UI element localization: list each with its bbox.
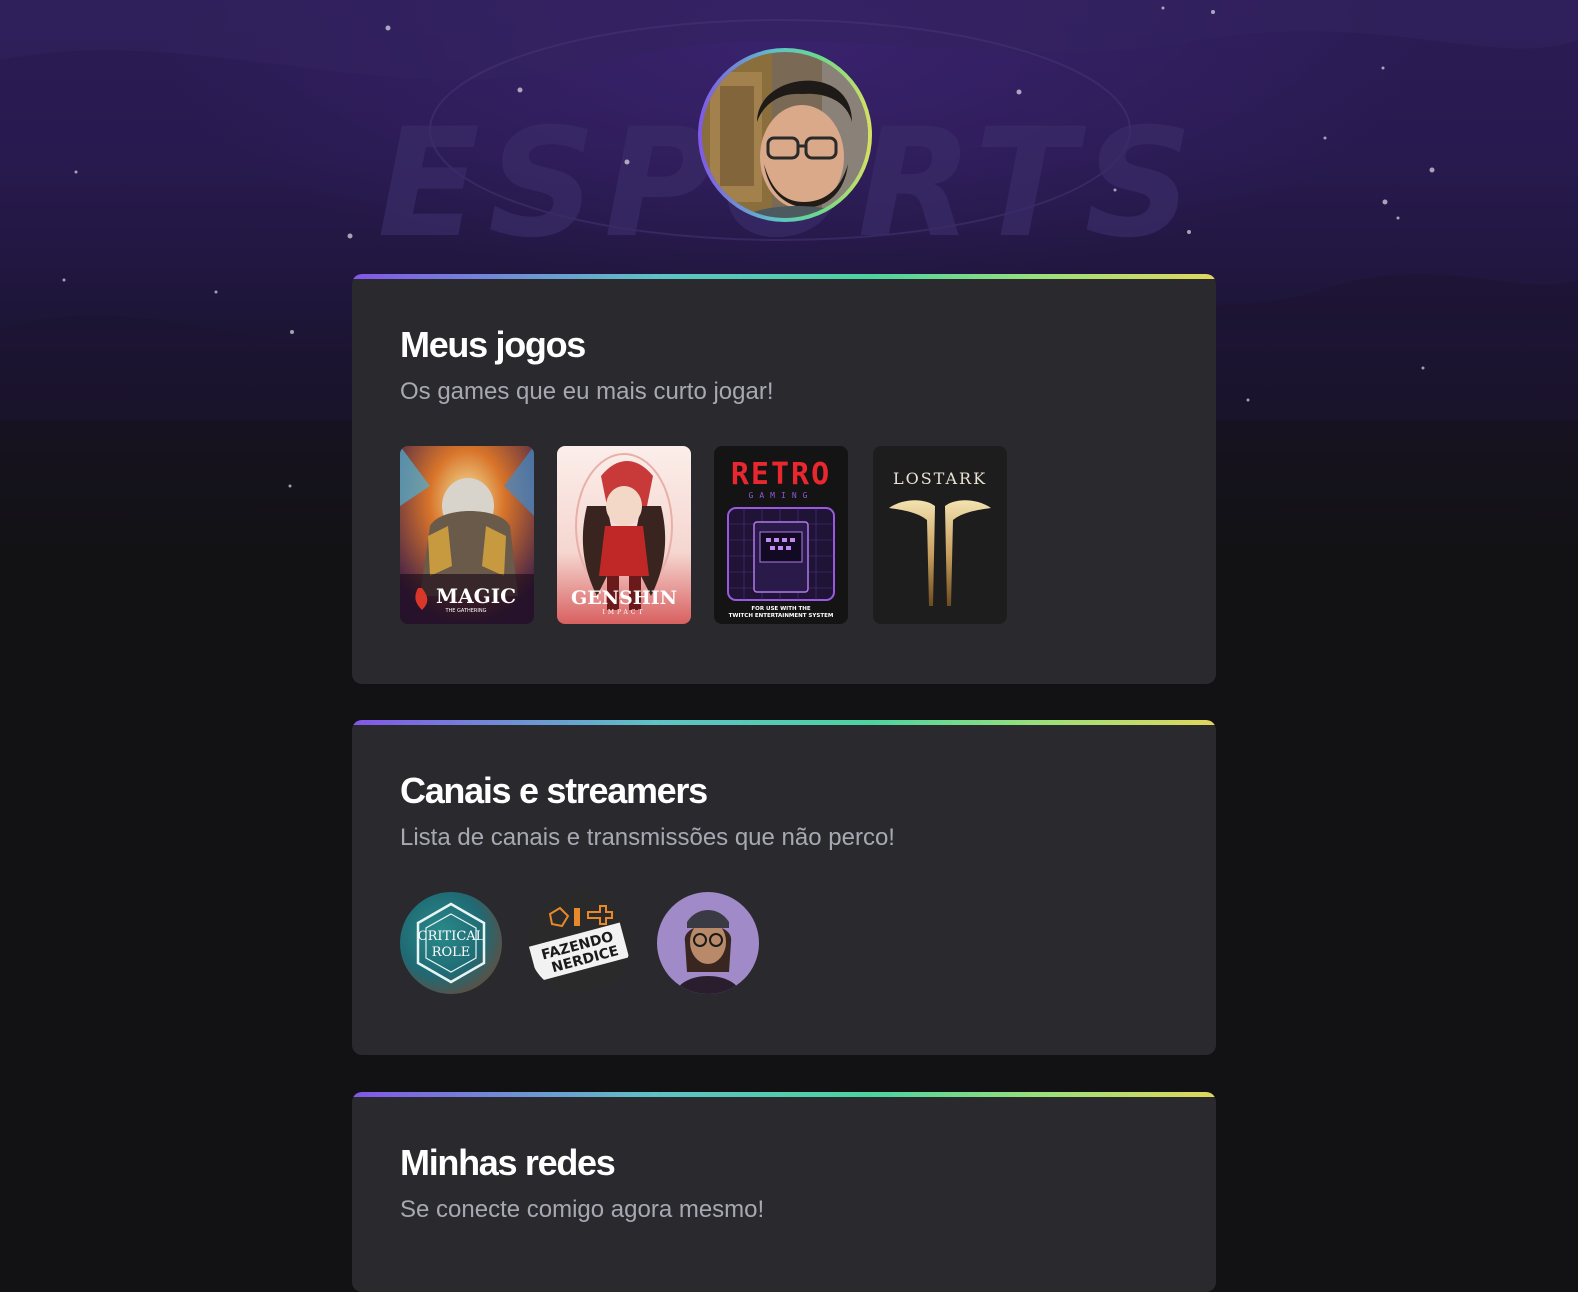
game-card-magic[interactable]: MAGIC THE GATHERING — [400, 446, 534, 624]
svg-text:CRITICAL: CRITICAL — [418, 929, 485, 944]
fazendo-nerdice-logo: FAZENDO NERDICE — [528, 892, 630, 994]
profile-avatar — [702, 52, 868, 218]
svg-text:FOR USE WITH THE: FOR USE WITH THE — [751, 606, 810, 612]
magic-cover-image: MAGIC THE GATHERING — [400, 446, 534, 624]
game-card-lostark[interactable]: LOSTARK — [873, 446, 1007, 624]
games-section-subtitle: Os games que eu mais curto jogar! — [400, 378, 774, 405]
social-section-subtitle: Se conecte comigo agora mesmo! — [400, 1196, 765, 1223]
game-card-genshin[interactable]: GENSHIN IMPACT — [557, 446, 691, 624]
svg-text:GAMING: GAMING — [749, 491, 814, 500]
avatar-photo — [702, 52, 868, 218]
games-section: Meus jogos Os games que eu mais curto jo… — [352, 274, 1216, 684]
channel-fazendo-nerdice[interactable]: FAZENDO NERDICE — [528, 892, 630, 994]
critical-role-logo: CRITICAL ROLE — [400, 892, 502, 994]
genshin-logo-text: GENSHIN — [571, 587, 677, 609]
lostark-logo-text: LOSTARK — [893, 469, 987, 488]
retro-gaming-cover-image: RETRO GAMING FOR USE WITH THE TWITCH ENT… — [714, 446, 848, 624]
lostark-cover-image: LOSTARK — [873, 446, 1007, 624]
channel-critical-role[interactable]: CRITICAL ROLE — [400, 892, 502, 994]
streamer-avatar — [657, 892, 759, 994]
games-section-title: Meus jogos — [400, 324, 586, 365]
retro-logo-text: RETRO — [731, 457, 831, 492]
channels-section-subtitle: Lista de canais e transmissões que não p… — [400, 824, 895, 851]
profile-avatar-ring — [698, 48, 872, 222]
svg-text:TWITCH ENTERTAINMENT SYSTEM: TWITCH ENTERTAINMENT SYSTEM — [729, 613, 834, 619]
social-section: Minhas redes Se conecte comigo agora mes… — [352, 1092, 1216, 1292]
svg-text:THE GATHERING: THE GATHERING — [444, 608, 486, 614]
channel-streamer[interactable] — [657, 892, 759, 994]
svg-text:ROLE: ROLE — [432, 945, 471, 960]
channels-section-title: Canais e streamers — [400, 770, 708, 811]
genshin-cover-image: GENSHIN IMPACT — [557, 446, 691, 624]
magic-logo-text: MAGIC — [436, 584, 516, 608]
social-section-title: Minhas redes — [400, 1142, 616, 1183]
svg-text:IMPACT: IMPACT — [603, 609, 646, 616]
game-card-retro[interactable]: RETRO GAMING FOR USE WITH THE TWITCH ENT… — [714, 446, 848, 624]
channels-section: Canais e streamers Lista de canais e tra… — [352, 720, 1216, 1055]
